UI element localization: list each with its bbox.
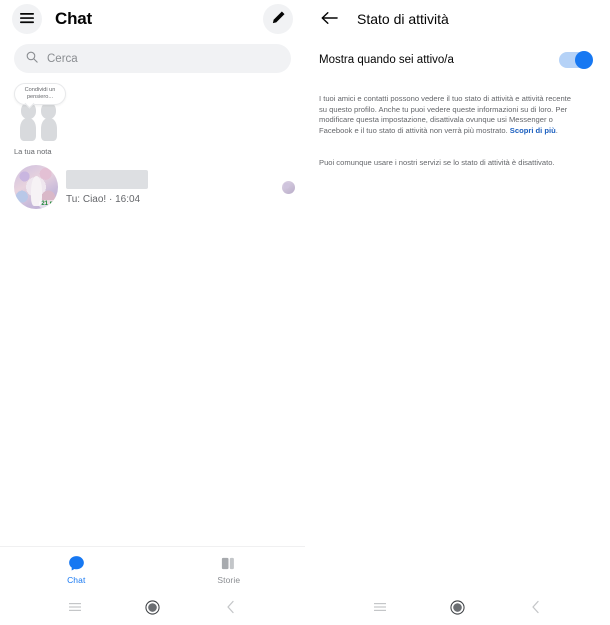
back-chevron-icon — [531, 600, 541, 617]
settings-page-title: Stato di attività — [357, 11, 449, 27]
active-time-badge: 21 m — [39, 200, 57, 208]
learn-more-link[interactable]: Scopri di più — [510, 126, 556, 135]
active-status-setting-row: Mostra quando sei attivo/a — [305, 38, 610, 69]
activity-status-screen: Stato di attività Mostra quando sei atti… — [305, 0, 610, 592]
arrow-left-icon — [321, 11, 338, 28]
hamburger-menu-button[interactable] — [12, 4, 42, 34]
page-title: Chat — [55, 9, 92, 28]
active-status-toggle[interactable] — [559, 51, 593, 69]
android-nav-left — [0, 592, 305, 625]
pencil-compose-icon — [271, 10, 286, 28]
recent-apps-icon — [68, 601, 81, 616]
android-nav-right — [305, 592, 610, 625]
back-button[interactable] — [319, 9, 339, 29]
avatar[interactable]: 21 m — [14, 165, 58, 209]
note-bubble[interactable]: Condividi un pensiero... — [14, 83, 66, 105]
bottom-tab-bar: Chat Storie — [0, 546, 305, 592]
home-circle-icon — [450, 599, 465, 618]
home-circle-icon — [145, 599, 160, 618]
compose-button[interactable] — [263, 4, 293, 34]
tab-chat-label: Chat — [67, 574, 86, 585]
search-input[interactable]: Cerca — [14, 44, 291, 73]
conversation-name-redacted — [66, 169, 148, 189]
your-note-label: La tua nota — [14, 147, 52, 156]
recent-apps-button[interactable] — [64, 598, 86, 620]
search-placeholder: Cerca — [47, 52, 78, 65]
chat-bubble-icon — [68, 555, 85, 572]
conversation-row[interactable]: 21 m Tu: Ciao! · 16:04 — [0, 159, 305, 215]
back-nav-button-2[interactable] — [525, 598, 547, 620]
chat-header: Chat — [0, 0, 305, 38]
search-icon — [26, 50, 38, 68]
description-text-1-end: . — [555, 125, 558, 135]
search-section: Cerca — [0, 38, 305, 73]
active-status-label: Mostra quando sei attivo/a — [319, 54, 454, 66]
home-button[interactable] — [142, 598, 164, 620]
chat-list-screen: Chat Cerca Condividi un pensiero... La t… — [0, 0, 305, 592]
read-receipt-avatar — [282, 180, 295, 194]
note-avatar-placeholder-icon — [17, 102, 63, 142]
settings-header: Stato di attività — [305, 0, 610, 38]
note-bubble-text: Condividi un pensiero... — [24, 87, 56, 100]
your-note-item[interactable]: Condividi un pensiero... — [14, 83, 66, 142]
conversation-snippet: Tu: Ciao! · 16:04 — [66, 193, 141, 205]
toggle-knob — [575, 51, 593, 69]
dual-screen-container: Chat Cerca Condividi un pensiero... La t… — [0, 0, 610, 592]
tab-storie-label: Storie — [217, 574, 241, 585]
recent-apps-icon — [373, 601, 386, 616]
description-paragraph-1: I tuoi amici e contatti possono vedere i… — [305, 68, 591, 136]
back-nav-button[interactable] — [220, 598, 242, 620]
hamburger-menu-icon — [20, 12, 34, 27]
notes-row: Condividi un pensiero... — [0, 73, 305, 142]
stories-icon — [220, 555, 237, 572]
conversation-body: Tu: Ciao! · 16:04 — [66, 169, 276, 205]
note-label-wrap: La tua nota — [0, 141, 305, 159]
android-navigation-bars — [0, 592, 610, 625]
recent-apps-button-2[interactable] — [369, 598, 391, 620]
home-button-2[interactable] — [447, 598, 469, 620]
tab-storie[interactable]: Storie — [153, 555, 306, 585]
back-chevron-icon — [226, 600, 236, 617]
tab-chat[interactable]: Chat — [0, 555, 153, 585]
description-paragraph-2: Puoi comunque usare i nostri servizi se … — [319, 158, 555, 167]
